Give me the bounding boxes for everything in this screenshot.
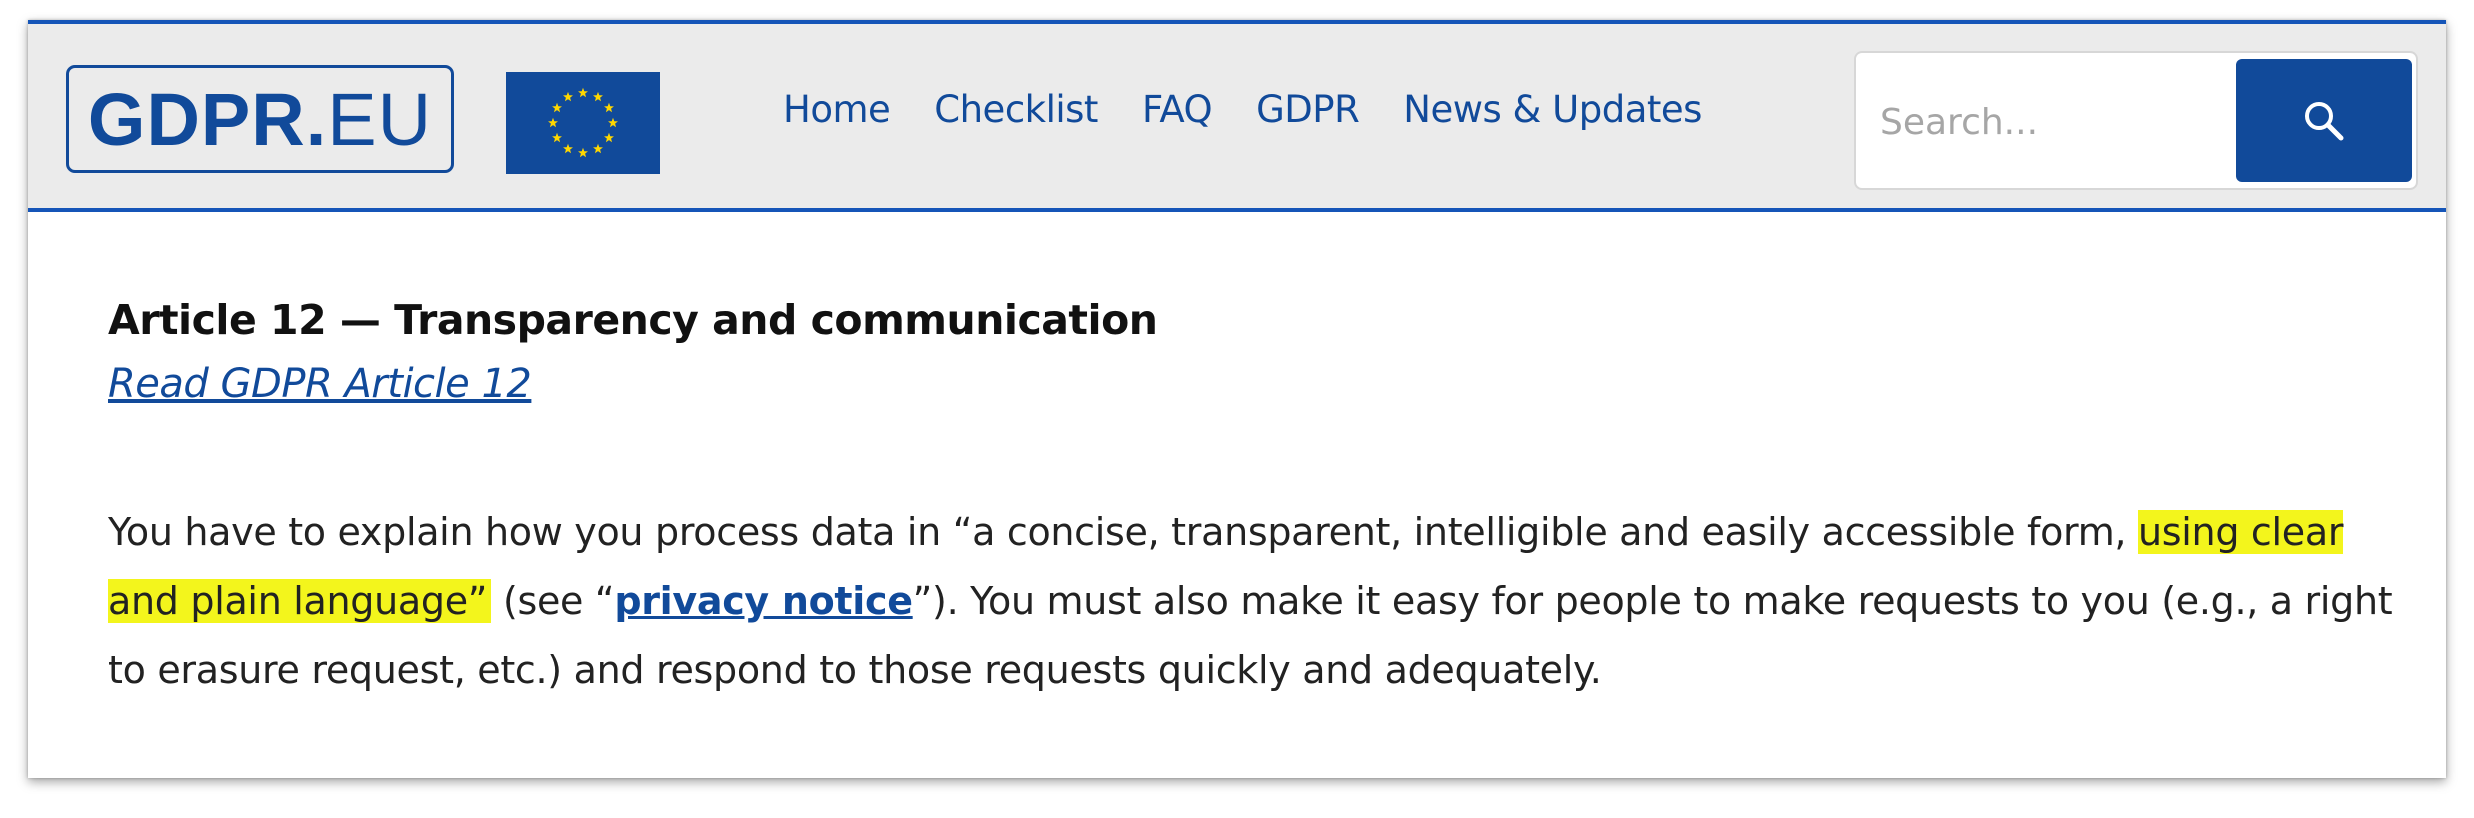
flag-star: [604, 132, 614, 143]
search-icon: [2305, 101, 2344, 140]
article-content: Article 12 — Transparency and communicat…: [108, 288, 2408, 743]
flag-star: [578, 147, 588, 158]
privacy-notice-link[interactable]: privacy notice: [614, 579, 913, 623]
article-title: Article 12 — Transparency and communicat…: [108, 296, 1158, 344]
site-header: GDPR. EU Home Checklist FAQ GDPR News & U…: [28, 20, 2446, 212]
flag-star: [608, 117, 618, 128]
paragraph-text-2: (see “: [491, 579, 615, 623]
flag-star: [578, 87, 588, 98]
flag-star: [563, 143, 573, 154]
flag-star: [593, 91, 603, 102]
search-input[interactable]: [1878, 77, 2212, 167]
read-article-link[interactable]: Read GDPR Article 12: [108, 352, 532, 416]
page-frame: GDPR. EU Home Checklist FAQ GDPR News & U…: [28, 20, 2446, 778]
nav-gdpr[interactable]: GDPR: [1256, 88, 1360, 131]
search-box: [1854, 51, 2418, 190]
nav-faq[interactable]: FAQ: [1142, 88, 1213, 131]
nav-checklist[interactable]: Checklist: [934, 88, 1098, 131]
article-paragraph: You have to explain how you process data…: [108, 498, 2408, 705]
flag-star: [604, 102, 614, 113]
nav-news-updates[interactable]: News & Updates: [1403, 88, 1702, 131]
paragraph-text-1: You have to explain how you process data…: [108, 510, 2138, 554]
flag-star: [593, 143, 603, 154]
gdpr-eu-logo[interactable]: GDPR. EU: [66, 65, 454, 173]
logo-bold-text: GDPR.: [87, 77, 328, 161]
logo-light-text: EU: [327, 77, 433, 161]
flag-star: [548, 117, 558, 128]
main-nav: Home Checklist FAQ GDPR News & Updates: [783, 88, 1702, 131]
flag-star: [552, 102, 562, 113]
eu-flag-icon: [506, 72, 660, 174]
nav-home[interactable]: Home: [783, 88, 891, 131]
flag-star: [563, 91, 573, 102]
flag-star: [552, 132, 562, 143]
search-button[interactable]: [2236, 59, 2412, 182]
